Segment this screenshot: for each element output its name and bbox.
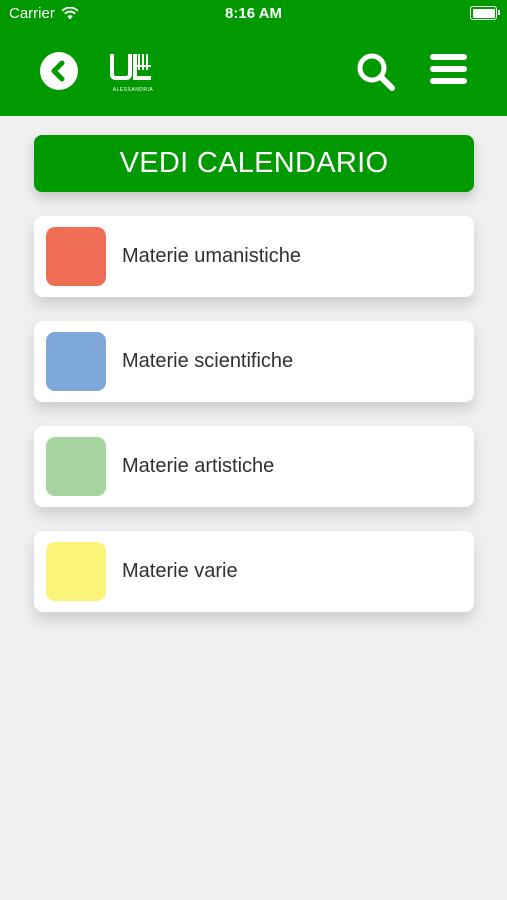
menu-button[interactable] [430, 54, 468, 88]
menu-line [430, 54, 467, 60]
category-card-varie[interactable]: Materie varie [34, 531, 474, 612]
logo-subtitle: ALESSANDRIA [112, 87, 154, 93]
category-label: Materie varie [122, 560, 238, 582]
color-swatch [46, 542, 106, 601]
category-label: Materie artistiche [122, 455, 275, 477]
menu-line [430, 78, 467, 84]
category-card-scientifiche[interactable]: Materie scientifiche [34, 321, 474, 402]
nav-bar: ALESSANDRIA [0, 28, 507, 116]
view-calendar-button[interactable]: VEDI CALENDARIO [34, 135, 474, 192]
category-label: Materie scientifiche [122, 350, 294, 372]
menu-line [430, 66, 467, 72]
category-card-artistiche[interactable]: Materie artistiche [34, 426, 474, 507]
app-logo: ALESSANDRIA [109, 50, 157, 94]
color-swatch [46, 332, 106, 391]
logo-mark-icon [110, 54, 151, 80]
color-swatch [46, 227, 106, 286]
search-icon [357, 53, 395, 91]
chevron-left-icon [51, 60, 65, 82]
status-bar: Carrier 8:16 AM [0, 0, 507, 28]
color-swatch [46, 437, 106, 496]
back-button[interactable] [40, 52, 78, 90]
category-label: Materie umanistiche [122, 245, 301, 267]
status-time: 8:16 AM [225, 5, 282, 22]
search-button[interactable] [356, 52, 396, 92]
battery-icon [470, 6, 500, 20]
category-card-umanistiche[interactable]: Materie umanistiche [34, 216, 474, 297]
